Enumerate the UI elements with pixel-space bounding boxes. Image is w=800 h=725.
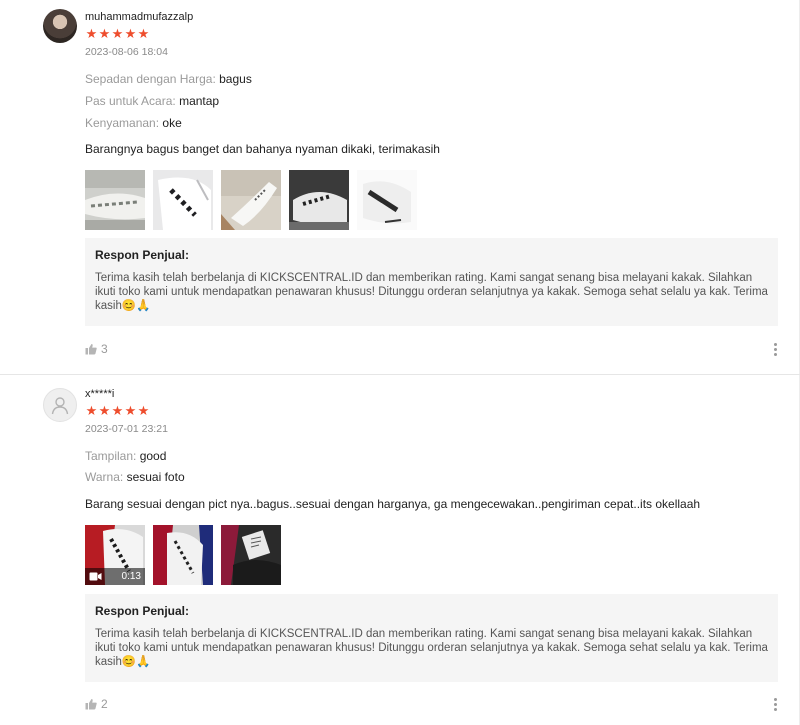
attribute-key: Sepadan dengan Harga:	[85, 72, 216, 86]
attribute-value: bagus	[219, 72, 252, 86]
review-photo[interactable]	[85, 170, 145, 230]
review-attribute: Kenyamanan: oke	[85, 116, 182, 130]
review-date: 2023-07-01 23:21	[85, 423, 168, 435]
more-options-icon[interactable]	[774, 698, 778, 713]
seller-response-title: Respon Penjual:	[95, 248, 190, 262]
attribute-key: Tampilan:	[85, 449, 137, 463]
review-photo[interactable]	[153, 170, 213, 230]
review-photo[interactable]	[357, 170, 417, 230]
rating-stars: ★★★★★	[85, 403, 150, 419]
star-icon: ★	[85, 403, 98, 418]
star-icon: ★	[98, 403, 111, 418]
star-icon: ★	[111, 26, 124, 41]
review-attribute: Pas untuk Acara: mantap	[85, 94, 219, 108]
like-button[interactable]: 3	[85, 342, 108, 356]
seller-response: Respon Penjual: Terima kasih telah berbe…	[85, 594, 778, 682]
review-photo[interactable]	[221, 525, 281, 585]
attribute-value: mantap	[179, 94, 220, 108]
review-video[interactable]: 0:13	[85, 525, 145, 585]
review-item: x*****i ★★★★★ 2023-07-01 23:21 Tampilan:…	[0, 375, 800, 725]
attribute-value: oke	[162, 116, 182, 130]
video-camera-icon	[89, 572, 102, 581]
star-icon: ★	[124, 403, 137, 418]
attribute-key: Kenyamanan:	[85, 116, 160, 130]
attribute-value: sesuai foto	[126, 470, 185, 484]
avatar[interactable]	[43, 9, 77, 43]
star-icon: ★	[137, 403, 150, 418]
star-icon: ★	[111, 403, 124, 418]
review-media: 0:13	[85, 525, 281, 585]
review-photo[interactable]	[221, 170, 281, 230]
review-photo[interactable]	[289, 170, 349, 230]
review-media	[85, 170, 417, 230]
attribute-value: good	[139, 449, 167, 463]
review-attribute: Sepadan dengan Harga: bagus	[85, 72, 252, 86]
review-list: muhammadmufazzalp ★★★★★ 2023-08-06 18:04…	[0, 0, 800, 725]
review-attribute: Tampilan: good	[85, 449, 166, 463]
attribute-key: Warna:	[85, 470, 124, 484]
star-icon: ★	[85, 26, 98, 41]
like-count: 3	[101, 342, 108, 356]
seller-response-text: Terima kasih telah berbelanja di KICKSCE…	[95, 628, 768, 668]
review-date: 2023-08-06 18:04	[85, 46, 168, 58]
like-button[interactable]: 2	[85, 697, 108, 711]
attribute-key: Pas untuk Acara:	[85, 94, 176, 108]
thumbs-up-icon	[85, 699, 97, 710]
review-comment: Barangnya bagus banget dan bahanya nyama…	[85, 142, 440, 156]
star-icon: ★	[137, 26, 150, 41]
rating-stars: ★★★★★	[85, 26, 150, 42]
video-badge: 0:13	[85, 568, 145, 585]
thumbs-up-icon	[85, 344, 97, 355]
user-placeholder-icon	[51, 397, 69, 415]
reviewer-username: x*****i	[85, 388, 115, 400]
star-icon: ★	[98, 26, 111, 41]
seller-response-text: Terima kasih telah berbelanja di KICKSCE…	[95, 272, 768, 312]
avatar[interactable]	[43, 388, 77, 422]
review-item: muhammadmufazzalp ★★★★★ 2023-08-06 18:04…	[0, 0, 800, 375]
video-duration: 0:13	[121, 571, 141, 582]
like-count: 2	[101, 697, 108, 711]
review-comment: Barang sesuai dengan pict nya..bagus..se…	[85, 497, 701, 511]
review-photo[interactable]	[153, 525, 213, 585]
more-options-icon[interactable]	[774, 343, 778, 358]
reviewer-username: muhammadmufazzalp	[85, 11, 194, 23]
seller-response: Respon Penjual: Terima kasih telah berbe…	[85, 238, 778, 326]
review-attribute: Warna: sesuai foto	[85, 470, 185, 484]
seller-response-title: Respon Penjual:	[95, 604, 190, 618]
star-icon: ★	[124, 26, 137, 41]
